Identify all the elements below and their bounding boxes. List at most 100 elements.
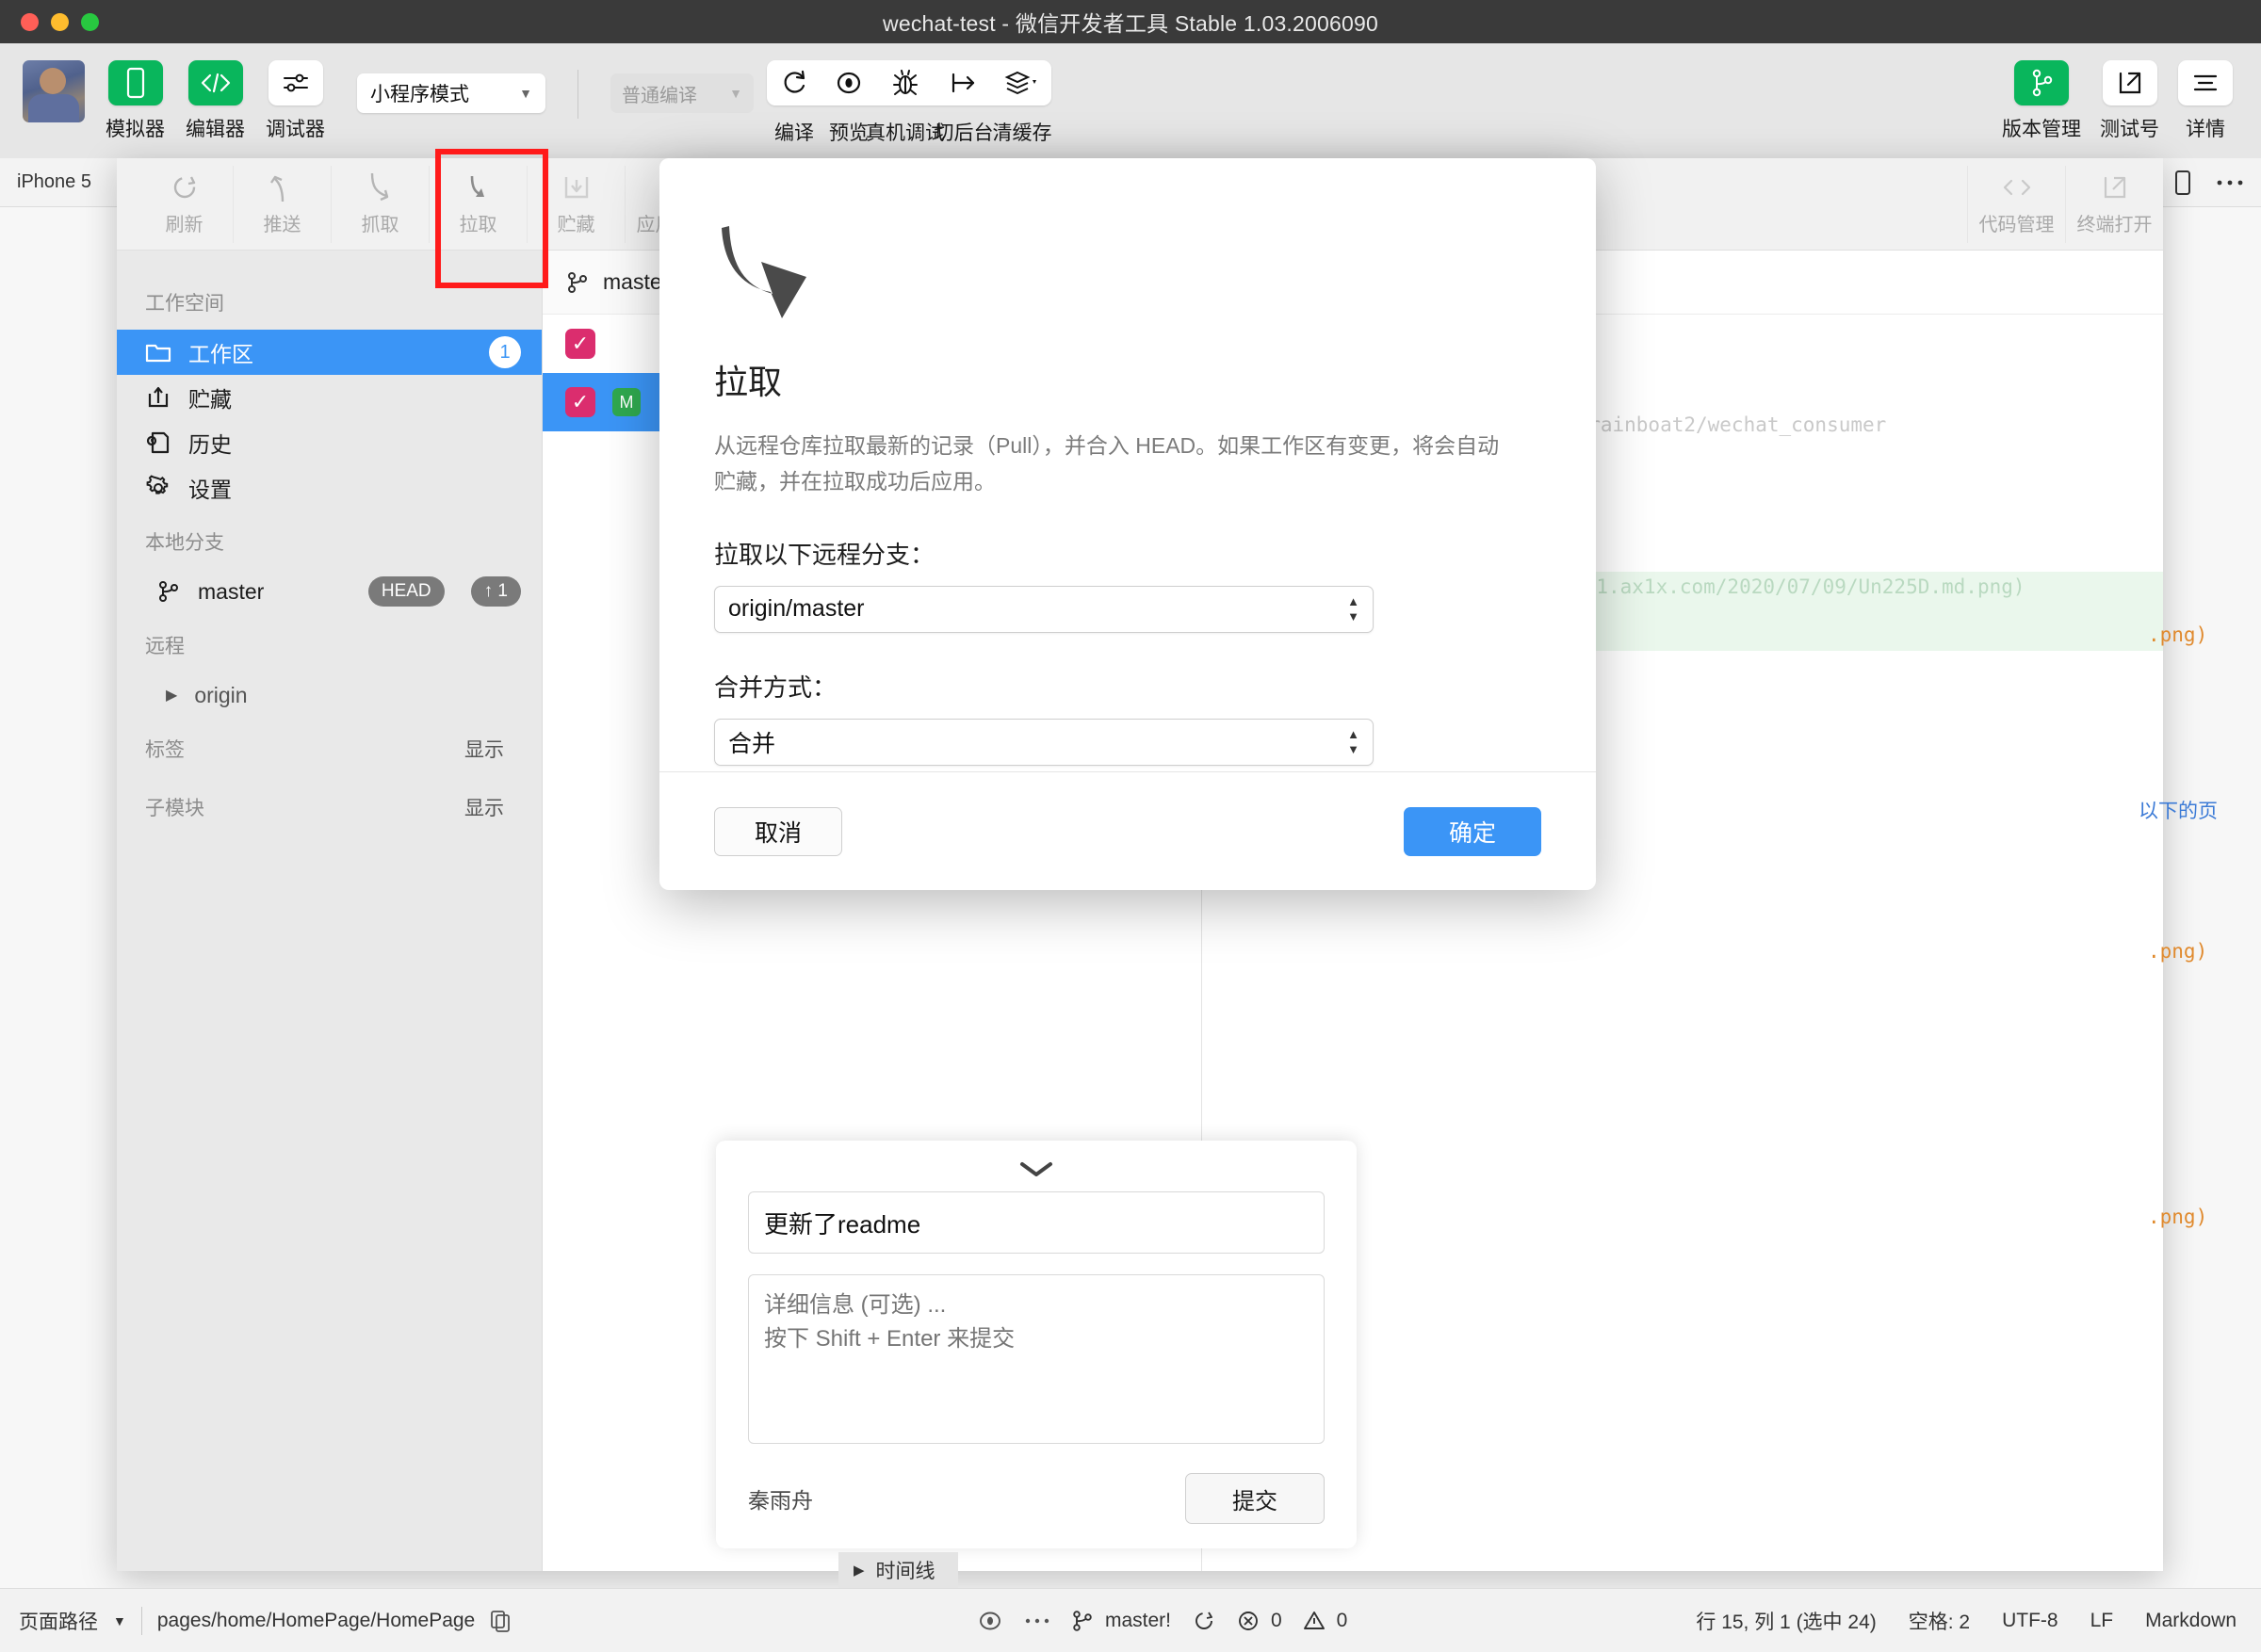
- git-push-button[interactable]: 推送: [234, 165, 332, 243]
- sidebar-item-history[interactable]: 历史: [117, 420, 542, 465]
- more-icon[interactable]: [1024, 1616, 1050, 1626]
- terminal-icon: [2102, 171, 2128, 203]
- commit-author: 秦雨舟: [748, 1488, 813, 1513]
- status-eol[interactable]: LF: [2090, 1610, 2114, 1632]
- page-path-label[interactable]: 页面路径: [19, 1607, 98, 1635]
- toolbar-preview-button[interactable]: 预览: [821, 60, 876, 144]
- sidebar-item-branch-master[interactable]: master HEAD ↑ 1: [117, 569, 542, 614]
- main-toolbar: 模拟器 编辑器 调试器 小程序模式 ▼ 普通编译 ▼ 编译 预览 真机调试 切后…: [0, 43, 2261, 158]
- status-language[interactable]: Markdown: [2145, 1610, 2237, 1632]
- sync-icon[interactable]: [1192, 1609, 1216, 1633]
- history-icon: [145, 430, 171, 455]
- sidebar-item-settings-label: 设置: [188, 478, 232, 502]
- compile-select-value: 普通编译: [622, 85, 697, 106]
- toolbar-realdevice-label: 真机调试: [866, 122, 945, 144]
- remote-branch-select[interactable]: origin/master ▲ ▼: [714, 585, 1374, 633]
- head-pill: HEAD: [367, 576, 445, 607]
- close-window-button[interactable]: [21, 13, 39, 31]
- status-warnings[interactable]: 0: [1303, 1609, 1348, 1632]
- git-terminal-button[interactable]: 终端打开: [2065, 165, 2163, 243]
- sidebar-remote-label: origin: [194, 682, 248, 707]
- git-push-label: 推送: [263, 215, 301, 235]
- remote-branch-value: origin/master: [728, 595, 865, 623]
- cancel-button[interactable]: 取消: [714, 806, 842, 856]
- stepper-icon[interactable]: ▲ ▼: [1347, 728, 1359, 755]
- toolbar-background-button[interactable]: 切后台: [935, 60, 994, 144]
- eye-icon: [821, 60, 876, 105]
- git-stash-button[interactable]: 贮藏: [528, 165, 626, 243]
- commit-detail-input[interactable]: [748, 1274, 1325, 1444]
- git-stash-label: 贮藏: [557, 215, 595, 235]
- debugger-icon: [268, 60, 323, 105]
- timeline-tab[interactable]: ▶ 时间线: [838, 1552, 958, 1588]
- toolbar-editor-button[interactable]: 编辑器: [186, 60, 245, 142]
- phone-icon[interactable]: [2174, 170, 2191, 195]
- checkbox-checked-icon[interactable]: ✓: [565, 387, 595, 417]
- editor-bleed-text: .png): [2148, 624, 2208, 646]
- mode-select[interactable]: 小程序模式 ▼: [357, 73, 545, 113]
- external-link-icon: [2102, 60, 2157, 105]
- toolbar-realdevice-button[interactable]: 真机调试: [866, 60, 945, 144]
- collapse-commit-panel-button[interactable]: [748, 1154, 1325, 1191]
- timeline-label: 时间线: [875, 1561, 935, 1582]
- sidebar-item-stash[interactable]: 贮藏: [117, 375, 542, 420]
- toolbar-version-control-button[interactable]: 版本管理: [2002, 60, 2081, 142]
- stepper-icon[interactable]: ▲ ▼: [1347, 595, 1359, 623]
- sidebar-item-workspace-label: 工作区: [188, 342, 253, 366]
- bug-icon: [876, 60, 935, 105]
- editor-bleed-text: 以下的页: [2139, 801, 2218, 822]
- code-manage-icon: [2001, 171, 2033, 203]
- git-terminal-label: 终端打开: [2076, 215, 2153, 235]
- sidebar-tags-show-link[interactable]: 显示: [464, 735, 504, 763]
- sidebar-submodule-show-link[interactable]: 显示: [464, 793, 504, 821]
- minimize-window-button[interactable]: [51, 13, 69, 31]
- status-errors[interactable]: 0: [1237, 1610, 1282, 1632]
- maximize-window-button[interactable]: [81, 13, 99, 31]
- window-controls[interactable]: [21, 13, 99, 31]
- pull-dialog-body: 拉取 从远程仓库拉取最新的记录（Pull），并合入 HEAD。如果工作区有变更，…: [659, 158, 1596, 766]
- chevron-down-icon: ▼: [519, 86, 532, 101]
- status-warnings-count: 0: [1336, 1609, 1348, 1631]
- gear-icon: [145, 475, 171, 501]
- status-branch[interactable]: master!: [1071, 1610, 1171, 1632]
- toolbar-details-button[interactable]: 详情: [2178, 60, 2233, 142]
- toolbar-testaccount-button[interactable]: 测试号: [2100, 60, 2159, 142]
- commit-summary-input[interactable]: [748, 1191, 1325, 1254]
- confirm-button[interactable]: 确定: [1404, 806, 1541, 856]
- toolbar-compile-button[interactable]: 编译: [767, 60, 821, 144]
- toolbar-editor-label: 编辑器: [186, 119, 245, 140]
- git-refresh-button[interactable]: 刷新: [136, 165, 234, 243]
- toolbar-simulator-button[interactable]: 模拟器: [106, 60, 165, 142]
- eye-icon[interactable]: [977, 1611, 1003, 1631]
- sidebar-item-settings[interactable]: 设置: [117, 465, 542, 510]
- toolbar-debugger-button[interactable]: 调试器: [266, 60, 325, 142]
- menu-icon: [2178, 60, 2233, 105]
- status-spaces[interactable]: 空格: 2: [1909, 1607, 1970, 1635]
- sidebar-item-remote-origin[interactable]: ▶ origin: [117, 672, 542, 718]
- more-icon[interactable]: [2216, 178, 2244, 187]
- sidebar-item-workspace[interactable]: 工作区 1: [117, 330, 542, 375]
- status-divider: [140, 1606, 142, 1635]
- git-fetch-button[interactable]: 抓取: [332, 165, 430, 243]
- checkbox-checked-icon[interactable]: ✓: [565, 329, 595, 359]
- status-encoding[interactable]: UTF-8: [2002, 1610, 2058, 1632]
- device-name[interactable]: iPhone 5: [17, 171, 91, 193]
- chevron-down-icon[interactable]: ▼: [113, 1613, 126, 1628]
- toolbar-clearcache-button[interactable]: 清缓存: [993, 60, 1052, 144]
- sidebar-submodule-label: 子模块: [145, 798, 204, 819]
- chevron-right-icon[interactable]: ▶: [166, 686, 177, 705]
- warning-icon: [1303, 1611, 1325, 1629]
- git-pull-button[interactable]: 拉取: [430, 165, 528, 243]
- avatar[interactable]: [23, 60, 85, 122]
- compile-select[interactable]: 普通编译 ▼: [610, 73, 754, 113]
- git-code-manage-button[interactable]: 代码管理: [1967, 165, 2065, 243]
- sidebar-branch-label: master: [198, 578, 265, 604]
- chevron-down-icon: ▼: [729, 86, 742, 101]
- status-left: 页面路径 ▼ pages/home/HomePage/HomePage: [0, 1606, 511, 1635]
- git-pull-label: 拉取: [459, 215, 497, 235]
- merge-mode-select[interactable]: 合并 ▲ ▼: [714, 718, 1374, 766]
- copy-icon[interactable]: [490, 1610, 511, 1632]
- sidebar-section-local-branch: 本地分支: [145, 532, 224, 554]
- commit-submit-button[interactable]: 提交: [1185, 1473, 1325, 1524]
- page-path-value: pages/home/HomePage/HomePage: [156, 1609, 476, 1631]
